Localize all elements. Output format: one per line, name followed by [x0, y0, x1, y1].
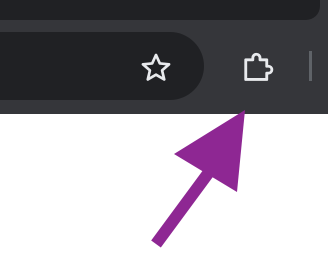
browser-toolbar — [0, 0, 328, 114]
extensions-button[interactable] — [234, 44, 280, 90]
tab-strip — [0, 0, 320, 20]
toolbar-divider — [309, 51, 312, 81]
star-outline-icon — [141, 53, 171, 81]
puzzle-piece-icon — [244, 52, 274, 81]
screenshot-crop — [0, 0, 328, 266]
bookmark-star-button[interactable] — [136, 48, 176, 88]
